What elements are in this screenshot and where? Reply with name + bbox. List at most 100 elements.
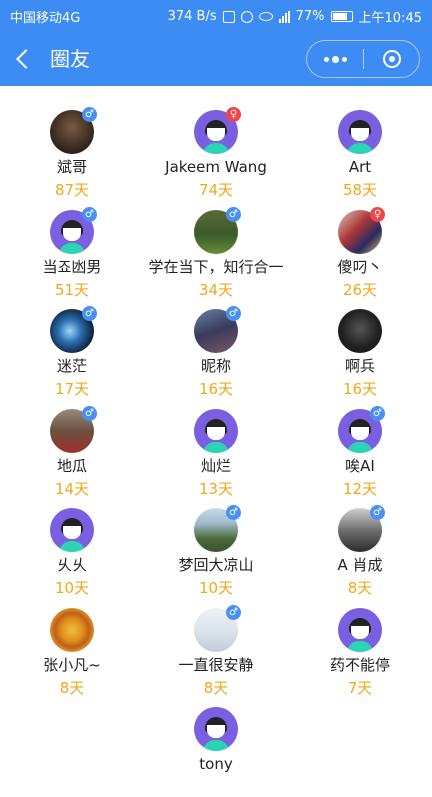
friend-days: 10天	[54, 579, 90, 597]
friend-item[interactable]: tony	[144, 697, 288, 797]
avatar[interactable]	[338, 110, 382, 154]
friend-days: 16天	[342, 380, 378, 398]
avatar-wrapper: ♂	[50, 107, 97, 154]
friend-item[interactable]: Art 58天	[288, 100, 432, 200]
avatar[interactable]	[50, 607, 94, 652]
friend-name: 张小凡~	[43, 655, 101, 674]
close-miniprogram-button[interactable]	[364, 41, 419, 77]
avatar-wrapper: ♂	[194, 206, 241, 254]
friend-item[interactable]: 药不能停 7天	[288, 598, 432, 698]
friend-days: 8天	[203, 678, 229, 697]
male-gender-icon: ♂	[370, 405, 385, 421]
friends-grid: ♂ 斌哥 87天 ♀ Jakeem Wang 74天 Art 58天 ♂ 当죠凼男 51天 ♂ 学在当下…	[0, 100, 432, 797]
status-bar: 中国移动4G 374 B/s 77% 上午10:45	[0, 0, 432, 33]
friend-name: Jakeem Wang	[165, 158, 267, 176]
friend-days: 8天	[347, 579, 373, 597]
friend-item[interactable]: ♂ 昵称 16天	[144, 299, 288, 399]
friend-item[interactable]: ♂ 地瓜 14天	[0, 399, 144, 499]
back-arrow-icon[interactable]	[12, 45, 38, 73]
friend-name: 傻叼丶	[337, 257, 383, 276]
friend-days: 58天	[342, 181, 378, 199]
battery-icon	[330, 11, 353, 22]
male-gender-icon: ♂	[226, 505, 241, 520]
avatar-wrapper: ♀	[194, 107, 241, 154]
friend-days: 10天	[198, 579, 234, 597]
male-gender-icon: ♂	[226, 604, 241, 620]
friend-name: 一直很安静	[178, 655, 254, 674]
avatar[interactable]	[194, 408, 238, 453]
friend-item[interactable]: 啊兵 16天	[288, 299, 432, 399]
friend-name: 当죠凼男	[42, 257, 102, 276]
friend-name: 昵称	[200, 357, 231, 375]
avatar-wrapper	[194, 707, 238, 751]
battery-percent: 77%	[295, 9, 325, 24]
default-avatar-face	[63, 227, 81, 241]
more-dots-icon[interactable]	[307, 41, 363, 77]
friend-name: 灿烂	[200, 456, 231, 475]
avatar[interactable]	[338, 309, 382, 353]
friend-item[interactable]: ♂ 梦回大凉山 10天	[144, 498, 288, 598]
avatar[interactable]	[338, 607, 382, 652]
friend-item[interactable]: 灿烂 13天	[144, 399, 288, 499]
avatar-wrapper: ♂	[338, 505, 385, 552]
friend-item[interactable]: ♀ 傻叼丶 26天	[288, 200, 432, 300]
friend-days: 8天	[59, 678, 85, 697]
friend-item[interactable]: 张小凡~ 8天	[0, 598, 144, 698]
default-avatar-face	[63, 526, 81, 539]
friend-item[interactable]: ♂ 迷茫 17天	[0, 299, 144, 399]
eye-icon	[258, 12, 273, 21]
signal-icon	[278, 10, 290, 23]
default-avatar-face	[351, 128, 369, 141]
default-avatar-body	[203, 441, 229, 453]
avatar-wrapper: ♀	[338, 206, 385, 254]
nav-bar: 圈友	[0, 33, 432, 86]
default-avatar-body	[203, 143, 229, 154]
friend-name: 梦回大凉山	[178, 556, 254, 574]
avatar-wrapper: ♂	[338, 405, 385, 453]
miniprogram-capsule	[306, 40, 420, 78]
friend-days: 26天	[342, 280, 378, 299]
male-gender-icon: ♂	[82, 306, 97, 321]
avatar[interactable]	[50, 508, 94, 552]
friend-name: Art	[348, 158, 372, 176]
friend-item[interactable]: 乆乆 10天	[0, 498, 144, 598]
friend-item[interactable]: ♂ 唉AI 12天	[288, 399, 432, 499]
network-speed: 374 B/s	[167, 9, 217, 24]
avatar-wrapper: ♂	[194, 306, 241, 353]
default-avatar-body	[59, 242, 85, 254]
friend-item[interactable]: ♂ 当죠凼男 51天	[0, 200, 144, 300]
friend-name: 斌哥	[56, 158, 87, 176]
default-avatar-body	[347, 441, 373, 453]
friend-item[interactable]: ♀ Jakeem Wang 74天	[144, 100, 288, 200]
avatar-wrapper: ♂	[50, 405, 97, 453]
avatar[interactable]	[194, 707, 238, 751]
default-avatar-face	[207, 725, 225, 738]
target-close-icon	[382, 50, 401, 68]
male-gender-icon: ♂	[226, 206, 241, 222]
male-gender-icon: ♂	[370, 505, 385, 520]
male-gender-icon: ♂	[226, 306, 241, 321]
male-gender-icon: ♂	[82, 107, 97, 122]
friend-days: 16天	[198, 380, 234, 398]
friend-days: 13天	[198, 479, 234, 498]
friend-name: 学在当下，知行合一	[148, 257, 284, 276]
male-gender-icon: ♂	[82, 206, 97, 222]
avatar-wrapper	[338, 309, 382, 353]
friend-name: tony	[199, 755, 233, 773]
friend-name: 乆乆	[56, 556, 87, 574]
friend-item[interactable]: ♂ 一直很安静 8天	[144, 598, 288, 698]
friend-item[interactable]: ♂ 斌哥 87天	[0, 100, 144, 200]
female-gender-icon: ♀	[370, 206, 385, 222]
default-avatar-face	[207, 128, 225, 141]
male-gender-icon: ♂	[82, 405, 97, 421]
friend-item[interactable]: ♂ 学在当下，知行合一 34天	[144, 200, 288, 300]
friend-item[interactable]: ♂ A 肖成 8天	[288, 498, 432, 598]
vibrate-icon	[222, 10, 235, 23]
default-avatar-face	[351, 625, 369, 639]
default-avatar-body	[203, 740, 229, 751]
default-avatar-face	[351, 426, 369, 440]
page-title: 圈友	[50, 47, 90, 71]
friend-name: 药不能停	[329, 655, 390, 674]
default-avatar-body	[347, 143, 373, 154]
carrier-label: 中国移动4G	[10, 11, 81, 26]
